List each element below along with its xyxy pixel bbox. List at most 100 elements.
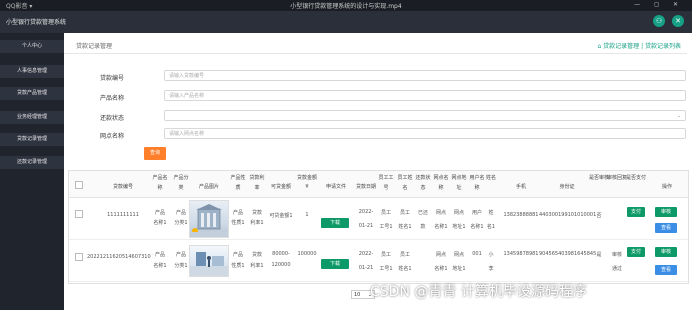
cell-loan-rate: 贷款 bbox=[251, 210, 262, 216]
cell-name-2: 名1 bbox=[486, 224, 496, 230]
watermark: CSDN @青青 计算机毕设源码程序 bbox=[370, 284, 587, 300]
filter-label-loan-no: 贷款编号 bbox=[100, 75, 125, 82]
cell-emp-name: 员工 bbox=[399, 210, 410, 216]
cell-branch-addr-2: 地址1 bbox=[452, 224, 466, 230]
cell-prod-cat: 产品 bbox=[175, 210, 186, 216]
cell-prod-name-2: 名称1 bbox=[153, 263, 167, 269]
cell-prod-type-2: 性质1 bbox=[231, 263, 245, 269]
cell-branch-name: 网点 bbox=[435, 210, 446, 216]
cell-emp-name-2: 姓名1 bbox=[398, 266, 412, 272]
cell-emp-no-2: 工号1 bbox=[379, 224, 393, 230]
product-name-input[interactable]: 请输入产品名称 bbox=[164, 90, 686, 101]
download-button[interactable]: 下载 bbox=[321, 259, 349, 269]
system-name: 小型银行贷款管理系统 bbox=[6, 19, 67, 26]
filter-label-branch: 网点名称 bbox=[100, 133, 125, 140]
th-branch-addr-2: 址 bbox=[456, 185, 462, 191]
cell-loan-no: 1111111111 bbox=[107, 212, 139, 218]
view-button[interactable]: 查看 bbox=[655, 223, 677, 233]
th-id-card: 身份证 bbox=[559, 184, 575, 190]
repay-status-select[interactable]: ⌄ bbox=[164, 110, 686, 121]
th-emp-name-1: 员工姓 bbox=[397, 175, 413, 181]
breadcrumb[interactable]: ⌂ 贷款记录管理 | 贷款记录列表 bbox=[597, 41, 681, 50]
th-prod-name-1: 产品名 bbox=[152, 175, 168, 181]
review-button[interactable]: 审核 bbox=[655, 207, 677, 217]
th-emp-no-1: 员工工 bbox=[378, 175, 394, 181]
sidebar-item-label: 还款记录管理 bbox=[16, 159, 47, 165]
cell-emp-no: 员工 bbox=[380, 210, 391, 216]
sidebar-item-repayments[interactable]: 还款记录管理 bbox=[0, 156, 64, 169]
cell-prod-type: 产品 bbox=[232, 210, 243, 216]
product-image bbox=[189, 200, 229, 238]
th-loan-no: 贷款编号 bbox=[112, 184, 133, 190]
search-button[interactable]: 查询 bbox=[144, 147, 166, 160]
th-prod-type-2: 质 bbox=[235, 185, 241, 191]
app-header: 小型银行贷款管理系统 ⚇ ✕ bbox=[0, 11, 692, 33]
view-button[interactable]: 查看 bbox=[655, 265, 677, 275]
office-illustration bbox=[190, 252, 228, 276]
cell-emp-name: 员工 bbox=[399, 252, 410, 258]
window-controls[interactable]: — ◻ ✕ bbox=[634, 1, 684, 8]
cell-id-card: 904565403981645845 bbox=[539, 251, 597, 257]
row-checkbox[interactable] bbox=[75, 210, 83, 218]
cell-branch-addr: 网点 bbox=[453, 252, 464, 258]
row-checkbox[interactable] bbox=[75, 253, 83, 261]
review-button[interactable]: 审核 bbox=[655, 247, 677, 257]
th-prod-cat-1: 产品分 bbox=[173, 175, 189, 181]
th-branch-name-1: 网点名 bbox=[433, 175, 449, 181]
download-button[interactable]: 下载 bbox=[321, 218, 349, 228]
sidebar-item-label: 贷款记录管理 bbox=[16, 136, 47, 142]
sidebar-item-hr[interactable]: 人事信息管理 bbox=[0, 65, 64, 78]
cell-emp-no-2: 工号1 bbox=[379, 266, 393, 272]
pay-button[interactable]: 支付 bbox=[627, 247, 645, 257]
cell-prod-cat-2: 分类1 bbox=[174, 263, 188, 269]
cell-audit-reply-2: 通过 bbox=[611, 266, 622, 272]
cell-branch-name-2: 名称1 bbox=[434, 266, 448, 272]
th-phone: 手机 bbox=[515, 184, 526, 190]
th-branch-name-2: 称 bbox=[438, 185, 444, 191]
sidebar-item-personal[interactable]: 个人中心 bbox=[0, 40, 64, 53]
th-audit-reply: 审核回复 bbox=[607, 175, 628, 181]
cell-amount-range-2: 120000 bbox=[271, 262, 291, 268]
th-prod-type-1: 产品性 bbox=[230, 175, 246, 181]
cell-prod-name: 产品 bbox=[154, 252, 165, 258]
cell-prod-name: 产品 bbox=[154, 210, 165, 216]
sidebar-item-label: 人事信息管理 bbox=[16, 68, 47, 74]
cell-emp-no: 员工 bbox=[380, 252, 391, 258]
breadcrumb-bar: 贷款记录管理 ⌂ 贷款记录管理 | 贷款记录列表 bbox=[64, 36, 687, 54]
cell-phone: 13823888881 bbox=[503, 212, 539, 218]
th-paid: 是否支付 bbox=[625, 175, 646, 181]
sidebar-item-label: 业务经理管理 bbox=[16, 114, 47, 120]
th-branch-addr-1: 网点地 bbox=[451, 175, 467, 181]
table-row bbox=[69, 239, 688, 282]
close-icon[interactable]: ✕ bbox=[672, 15, 684, 27]
cell-name: 姓 bbox=[488, 210, 494, 216]
cell-prod-type-2: 性质1 bbox=[231, 220, 245, 226]
building-illustration bbox=[190, 204, 228, 237]
video-title-bar: QQ影音 ▾ 小型银行贷款管理系统的设计与实现.mp4 — ◻ ✕ bbox=[0, 0, 692, 11]
loan-no-input[interactable]: 请输入贷款编号 bbox=[164, 70, 686, 81]
th-loan-amt-1: 贷款金额 bbox=[296, 175, 317, 181]
filter-label-product: 产品名称 bbox=[100, 95, 125, 102]
cell-audit-reply: 审核 bbox=[611, 252, 622, 258]
sidebar-item-products[interactable]: 贷款产品管理 bbox=[0, 87, 64, 100]
sidebar-item-managers[interactable]: 业务经理管理 bbox=[0, 111, 64, 124]
sidebar: 个人中心 人事信息管理 贷款产品管理 业务经理管理 贷款记录管理 还款记录管理 bbox=[0, 33, 64, 310]
cell-status: 已还 bbox=[417, 210, 428, 216]
chevron-down-icon: ⌄ bbox=[676, 113, 681, 119]
branch-name-input[interactable]: 请输入网点名称 bbox=[164, 128, 686, 139]
cell-loan-amt: 100000 bbox=[297, 251, 317, 257]
breadcrumb-text[interactable]: 贷款记录管理 | 贷款记录列表 bbox=[603, 43, 681, 50]
th-loan-rate-1: 贷款利 bbox=[249, 175, 265, 181]
cell-loan-rate-2: 利率1 bbox=[250, 263, 264, 269]
user-icon[interactable]: ⚇ bbox=[653, 15, 665, 27]
loan-table: 贷款编号 产品名 称 产品分 类 产品图片 产品性 质 贷款利 率 可贷金额 贷… bbox=[68, 170, 689, 284]
pay-button[interactable]: 支付 bbox=[627, 207, 645, 217]
page-title: 贷款记录管理 bbox=[76, 43, 113, 50]
cell-loan-no: 20221211620514607310 1 bbox=[87, 254, 153, 260]
cell-prod-name-2: 名称1 bbox=[153, 220, 167, 226]
sidebar-item-loans[interactable]: 贷款记录管理 bbox=[0, 133, 64, 146]
select-all-checkbox[interactable] bbox=[75, 181, 83, 189]
sidebar-item-label: 个人中心 bbox=[21, 43, 42, 49]
cell-loan-rate: 贷款 bbox=[251, 252, 262, 258]
cell-branch-name-2: 名称1 bbox=[434, 224, 448, 230]
